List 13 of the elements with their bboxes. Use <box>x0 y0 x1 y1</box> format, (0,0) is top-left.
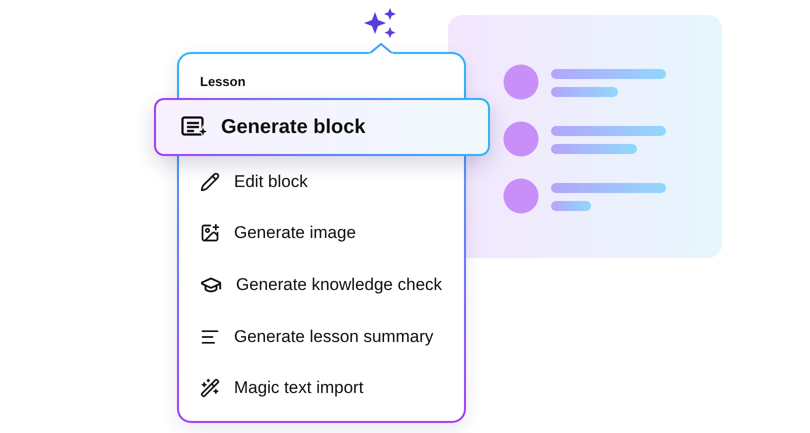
menu-item[interactable]: Generate image <box>179 208 464 260</box>
image-icon <box>200 223 220 244</box>
pencil-icon <box>200 172 220 192</box>
menu-item[interactable]: Generate lesson summary <box>179 310 464 362</box>
menu-item[interactable]: Edit block <box>179 156 464 208</box>
menu-item[interactable]: Generate block <box>154 98 490 156</box>
menu-pointer <box>369 43 393 55</box>
text-block-sparkle-icon <box>181 116 209 138</box>
menu-item[interactable]: Magic text import <box>179 362 464 414</box>
menu-item[interactable]: Generate knowledge check <box>179 259 464 311</box>
menu-heading: Lesson <box>199 74 247 91</box>
magic-wand-icon <box>200 378 220 398</box>
sparkles-icon <box>364 8 398 40</box>
